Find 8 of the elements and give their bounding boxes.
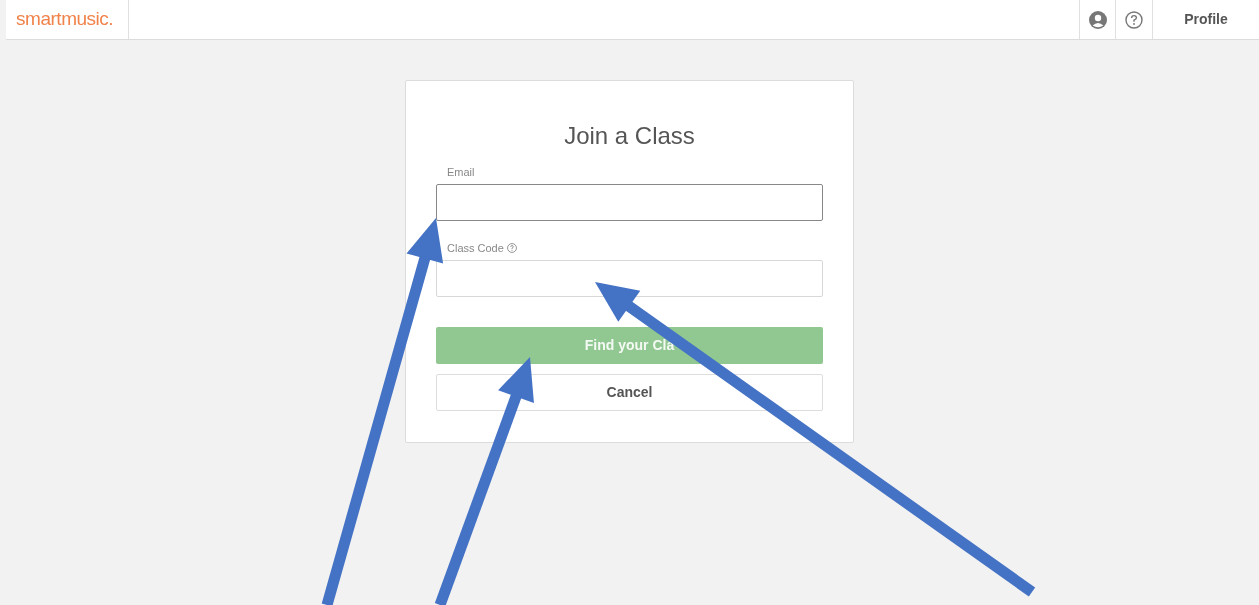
dialog-title: Join a Class [563,121,696,151]
profile-link[interactable]: Profile [1184,9,1228,30]
input-field[interactable] [436,184,823,221]
user-icon[interactable] [1088,10,1107,29]
field-label: Email [447,164,475,180]
help-icon[interactable] [506,243,517,253]
help-icon[interactable] [1125,10,1143,29]
field-label: Class Code [447,240,504,256]
